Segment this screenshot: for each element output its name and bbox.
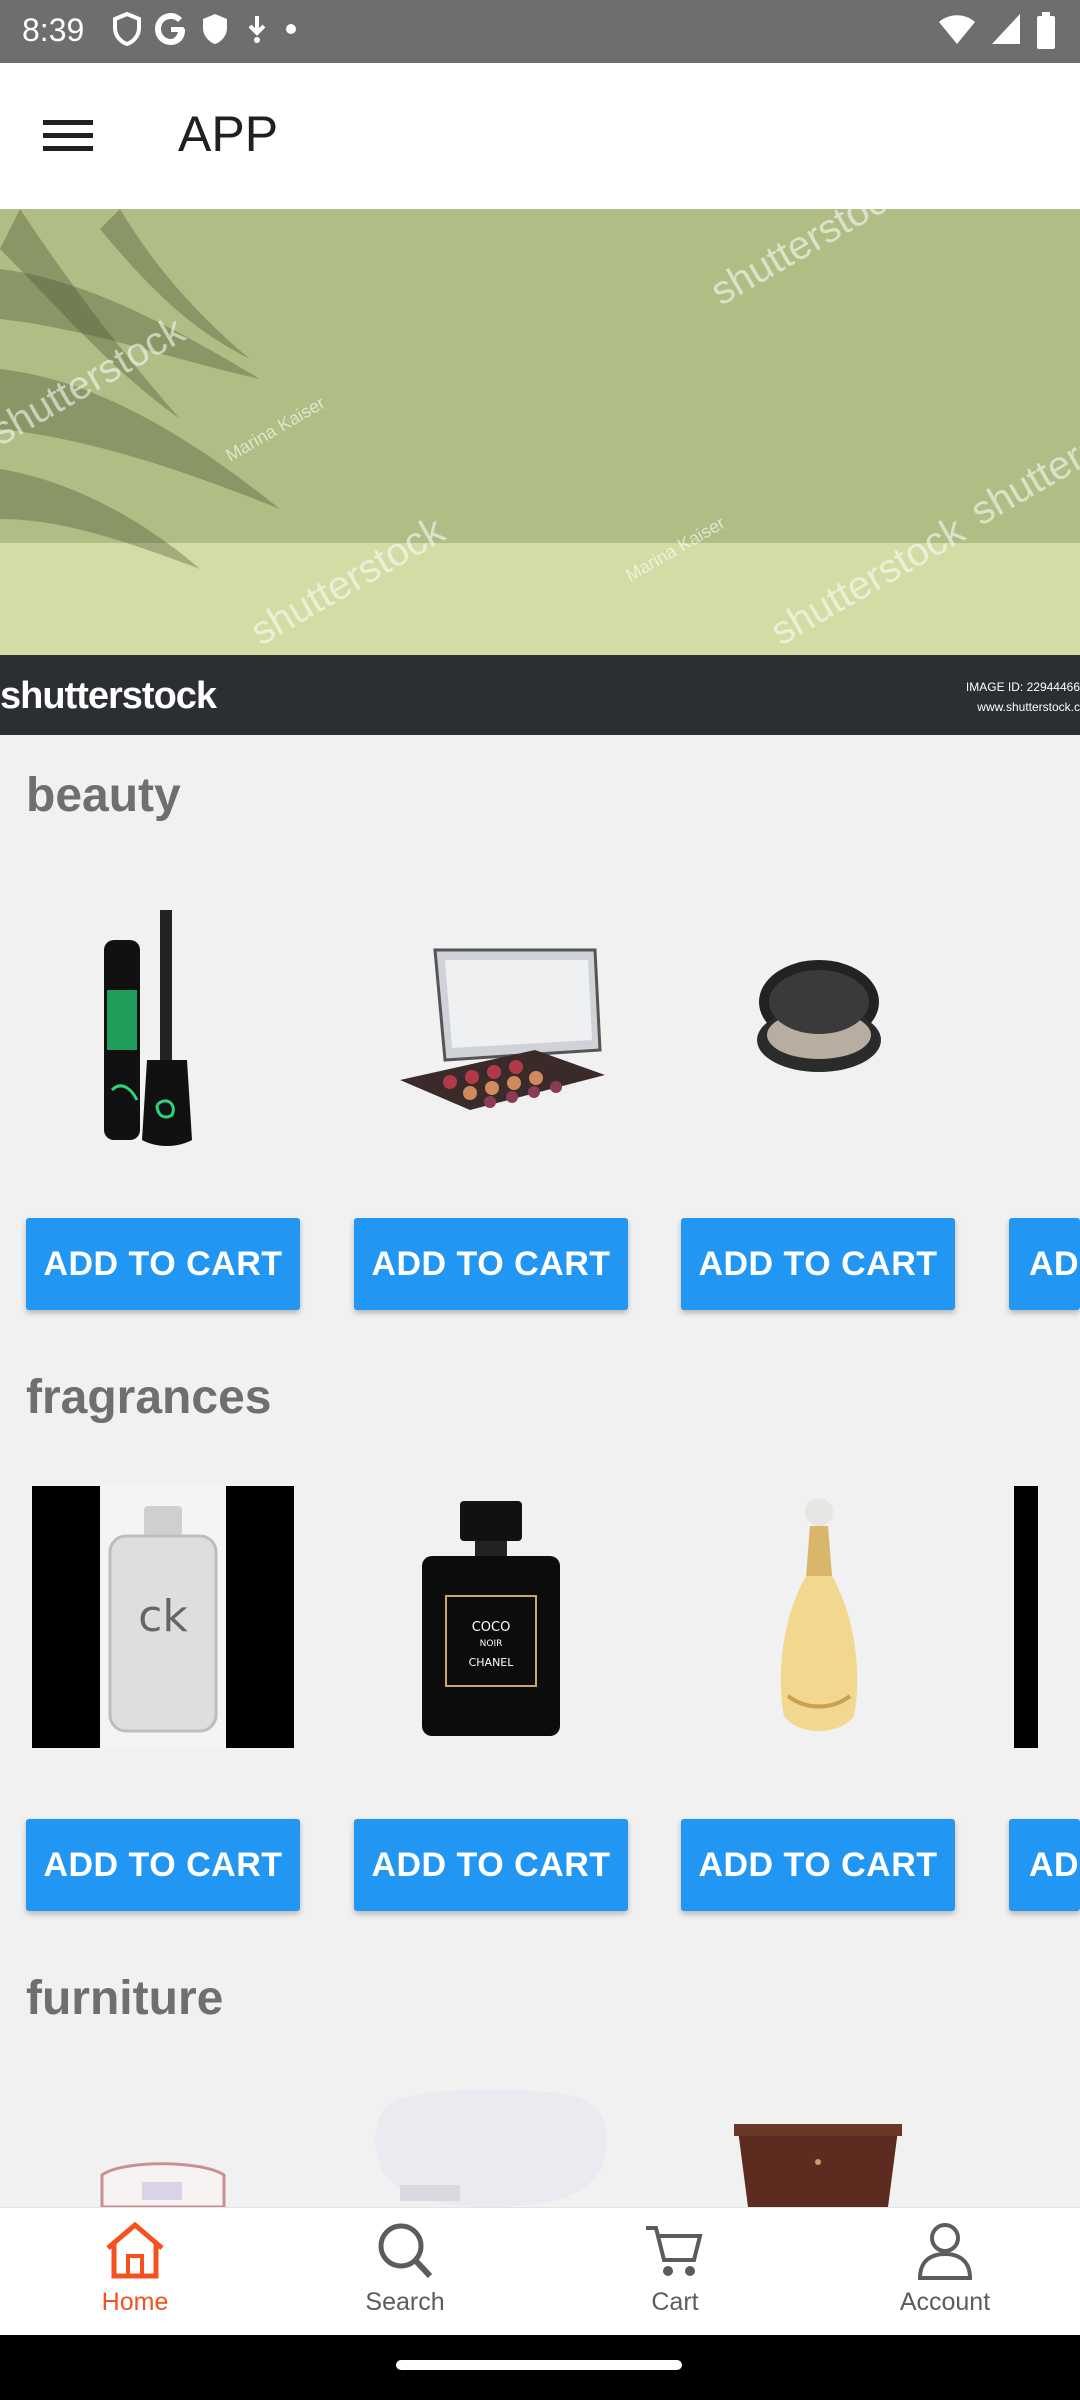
nav-search-label: Search [365, 2288, 445, 2316]
status-time: 8:39 [22, 12, 85, 48]
product-image-ck-one[interactable]: ck [32, 1486, 294, 1748]
status-icons-left [112, 12, 298, 46]
svg-text:NOIR: NOIR [480, 1639, 503, 1649]
svg-text:COCO: COCO [472, 1620, 511, 1635]
image-id-text: IMAGE ID: 22944466 [965, 680, 1080, 694]
status-icons-right [938, 12, 1056, 50]
account-icon [917, 2223, 973, 2280]
bottom-navigation: Home Search Cart Account [0, 2207, 1080, 2336]
section-title-fragrances: fragrances [26, 1371, 272, 1424]
hero-banner[interactable]: shutterstock shutterstock shutterstock s… [0, 209, 1080, 735]
nav-search[interactable]: Search [270, 2208, 540, 2336]
image-site-text: www.shutterstock.c [977, 700, 1080, 714]
nav-account[interactable]: Account [810, 2208, 1080, 2336]
hero-logo: shutterstock [0, 675, 217, 717]
add-to-cart-button[interactable]: ADD TO CART [26, 1819, 300, 1911]
hero-image-id: IMAGE ID: 22944466 www.shutterstock.c [966, 677, 1080, 717]
add-to-cart-button[interactable]: ADD TO CART [354, 1218, 628, 1310]
product-image-palette[interactable] [360, 890, 622, 1152]
shield-icon [113, 12, 141, 46]
battery-icon [1037, 12, 1055, 49]
product-image-coco-noir[interactable]: COCO NOIR CHANEL [360, 1486, 622, 1748]
cart-icon [646, 2226, 703, 2276]
section-title-beauty: beauty [26, 769, 181, 822]
add-to-cart-button[interactable]: ADD TO CART [681, 1218, 955, 1310]
product-image-sofa[interactable] [360, 2090, 622, 2207]
dot-icon [286, 24, 296, 34]
add-to-cart-button-partial[interactable]: AD [1009, 1819, 1080, 1911]
download-icon [248, 16, 266, 43]
hamburger-icon [43, 120, 93, 151]
product-image-compact[interactable] [688, 890, 950, 1152]
app-title: APP [178, 106, 279, 162]
app-bar: APP [0, 63, 1080, 209]
menu-button[interactable] [28, 103, 108, 169]
home-gesture-handle[interactable] [396, 2360, 682, 2370]
status-bar: 8:39 [0, 0, 1080, 63]
nav-cart[interactable]: Cart [540, 2208, 810, 2336]
nav-account-label: Account [899, 2288, 991, 2316]
signal-icon [992, 14, 1020, 44]
add-to-cart-button[interactable]: ADD TO CART [681, 1819, 955, 1911]
nav-cart-label: Cart [651, 2288, 699, 2316]
add-to-cart-button[interactable]: ADD TO CART [26, 1218, 300, 1310]
nav-home[interactable]: Home [0, 2208, 270, 2336]
wifi-icon [939, 15, 975, 44]
shield-filled-icon [203, 14, 227, 44]
svg-text:CHANEL: CHANEL [469, 1656, 515, 1669]
svg-text:ck: ck [138, 1591, 188, 1642]
product-image-mascara[interactable] [32, 890, 294, 1152]
search-icon [378, 2223, 433, 2279]
product-image-jadore[interactable] [688, 1486, 950, 1748]
nav-home-label: Home [101, 2288, 169, 2316]
gesture-bar [0, 2335, 1080, 2400]
product-image-partial[interactable] [1014, 1486, 1080, 1748]
google-icon [155, 13, 185, 45]
add-to-cart-button-partial[interactable]: AD [1009, 1218, 1080, 1310]
add-to-cart-button[interactable]: ADD TO CART [354, 1819, 628, 1911]
product-image-bed[interactable] [32, 2090, 294, 2207]
product-image-nightstand[interactable] [688, 2090, 950, 2207]
section-title-furniture: furniture [26, 1972, 224, 2025]
home-icon [106, 2221, 164, 2279]
